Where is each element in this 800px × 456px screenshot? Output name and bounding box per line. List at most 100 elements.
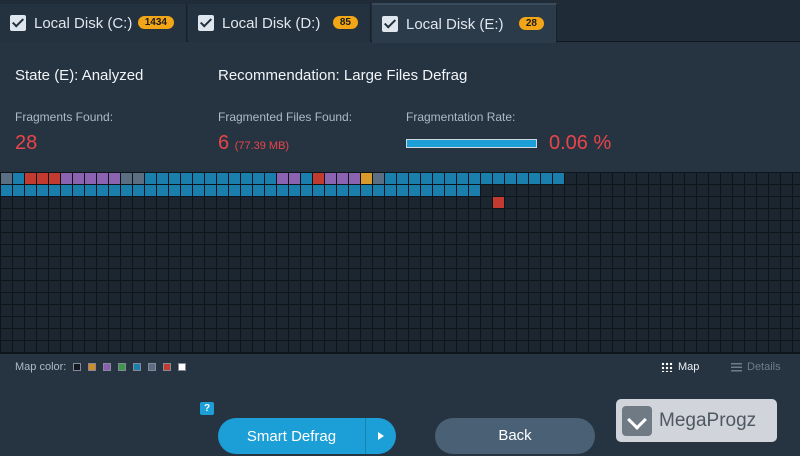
cluster-block — [253, 221, 264, 232]
details-view-toggle[interactable]: Details — [731, 361, 781, 373]
cluster-block — [469, 245, 480, 256]
help-icon[interactable]: ? — [200, 402, 214, 415]
tab-local-disk-e[interactable]: Local Disk (E:) 28 — [372, 3, 557, 43]
disk-c-checkbox[interactable] — [10, 15, 26, 31]
cluster-block — [709, 329, 720, 340]
cluster-block — [481, 173, 492, 184]
cluster-block — [769, 245, 780, 256]
cluster-block — [25, 269, 36, 280]
cluster-block — [61, 281, 72, 292]
cluster-block — [25, 245, 36, 256]
cluster-block — [73, 197, 84, 208]
cluster-block — [313, 341, 324, 352]
cluster-block — [169, 317, 180, 328]
cluster-block — [457, 305, 468, 316]
cluster-block — [553, 305, 564, 316]
cluster-block — [793, 233, 800, 244]
cluster-block — [517, 185, 528, 196]
map-view-toggle[interactable]: Map — [661, 361, 699, 373]
watermark: MegaProgz — [616, 399, 777, 442]
cluster-block — [337, 341, 348, 352]
cluster-block — [133, 197, 144, 208]
cluster-block — [157, 305, 168, 316]
cluster-block — [73, 221, 84, 232]
cluster-block — [157, 317, 168, 328]
cluster-block — [1, 329, 12, 340]
smart-defrag-button[interactable]: Smart Defrag — [218, 418, 396, 454]
cluster-block — [577, 281, 588, 292]
cluster-block — [121, 305, 132, 316]
cluster-block — [13, 281, 24, 292]
fragmentation-rate-label: Fragmentation Rate: — [406, 110, 516, 124]
cluster-block — [121, 197, 132, 208]
cluster-block — [1, 293, 12, 304]
cluster-block — [61, 341, 72, 352]
cluster-block — [685, 257, 696, 268]
cluster-block — [793, 269, 800, 280]
cluster-block — [649, 257, 660, 268]
cluster-block — [517, 317, 528, 328]
cluster-block — [169, 305, 180, 316]
cluster-block — [241, 221, 252, 232]
cluster-block — [397, 209, 408, 220]
cluster-block — [637, 173, 648, 184]
cluster-block — [577, 173, 588, 184]
cluster-block — [685, 269, 696, 280]
cluster-block — [253, 269, 264, 280]
cluster-block — [133, 185, 144, 196]
cluster-block — [385, 317, 396, 328]
cluster-block — [625, 329, 636, 340]
back-button[interactable]: Back — [435, 418, 595, 454]
cluster-block — [601, 281, 612, 292]
cluster-block — [49, 341, 60, 352]
cluster-block — [769, 317, 780, 328]
cluster-block — [37, 209, 48, 220]
cluster-block — [685, 197, 696, 208]
cluster-block — [313, 317, 324, 328]
cluster-block — [301, 293, 312, 304]
cluster-block — [253, 281, 264, 292]
cluster-block — [361, 173, 372, 184]
cluster-block — [673, 341, 684, 352]
cluster-block — [73, 185, 84, 196]
cluster-block — [289, 329, 300, 340]
cluster-block — [673, 185, 684, 196]
cluster-block — [481, 185, 492, 196]
cluster-block — [745, 281, 756, 292]
cluster-block — [253, 293, 264, 304]
cluster-block — [433, 257, 444, 268]
cluster-block — [157, 221, 168, 232]
cluster-block — [709, 293, 720, 304]
cluster-block — [589, 269, 600, 280]
tab-local-disk-c[interactable]: Local Disk (C:) 1434 — [0, 4, 187, 42]
cluster-block — [601, 185, 612, 196]
cluster-block — [229, 185, 240, 196]
legend-swatch — [88, 363, 97, 371]
cluster-block — [661, 281, 672, 292]
legend-swatch — [103, 363, 112, 371]
cluster-block — [241, 197, 252, 208]
cluster-block — [721, 269, 732, 280]
cluster-block — [745, 257, 756, 268]
tab-local-disk-d[interactable]: Local Disk (D:) 85 — [188, 4, 371, 42]
disk-e-checkbox[interactable] — [382, 16, 398, 32]
cluster-block — [301, 305, 312, 316]
cluster-block — [73, 257, 84, 268]
cluster-block — [385, 209, 396, 220]
cluster-block — [409, 305, 420, 316]
cluster-block — [637, 221, 648, 232]
cluster-block — [301, 197, 312, 208]
cluster-block — [217, 233, 228, 244]
cluster-block — [769, 269, 780, 280]
cluster-block — [253, 173, 264, 184]
disk-d-checkbox[interactable] — [198, 15, 214, 31]
defrag-options-dropdown[interactable] — [365, 418, 396, 454]
cluster-block — [757, 329, 768, 340]
cluster-block — [1, 317, 12, 328]
cluster-block — [601, 293, 612, 304]
cluster-block — [253, 209, 264, 220]
cluster-block — [229, 209, 240, 220]
cluster-block — [49, 293, 60, 304]
cluster-block — [709, 173, 720, 184]
cluster-block — [325, 197, 336, 208]
